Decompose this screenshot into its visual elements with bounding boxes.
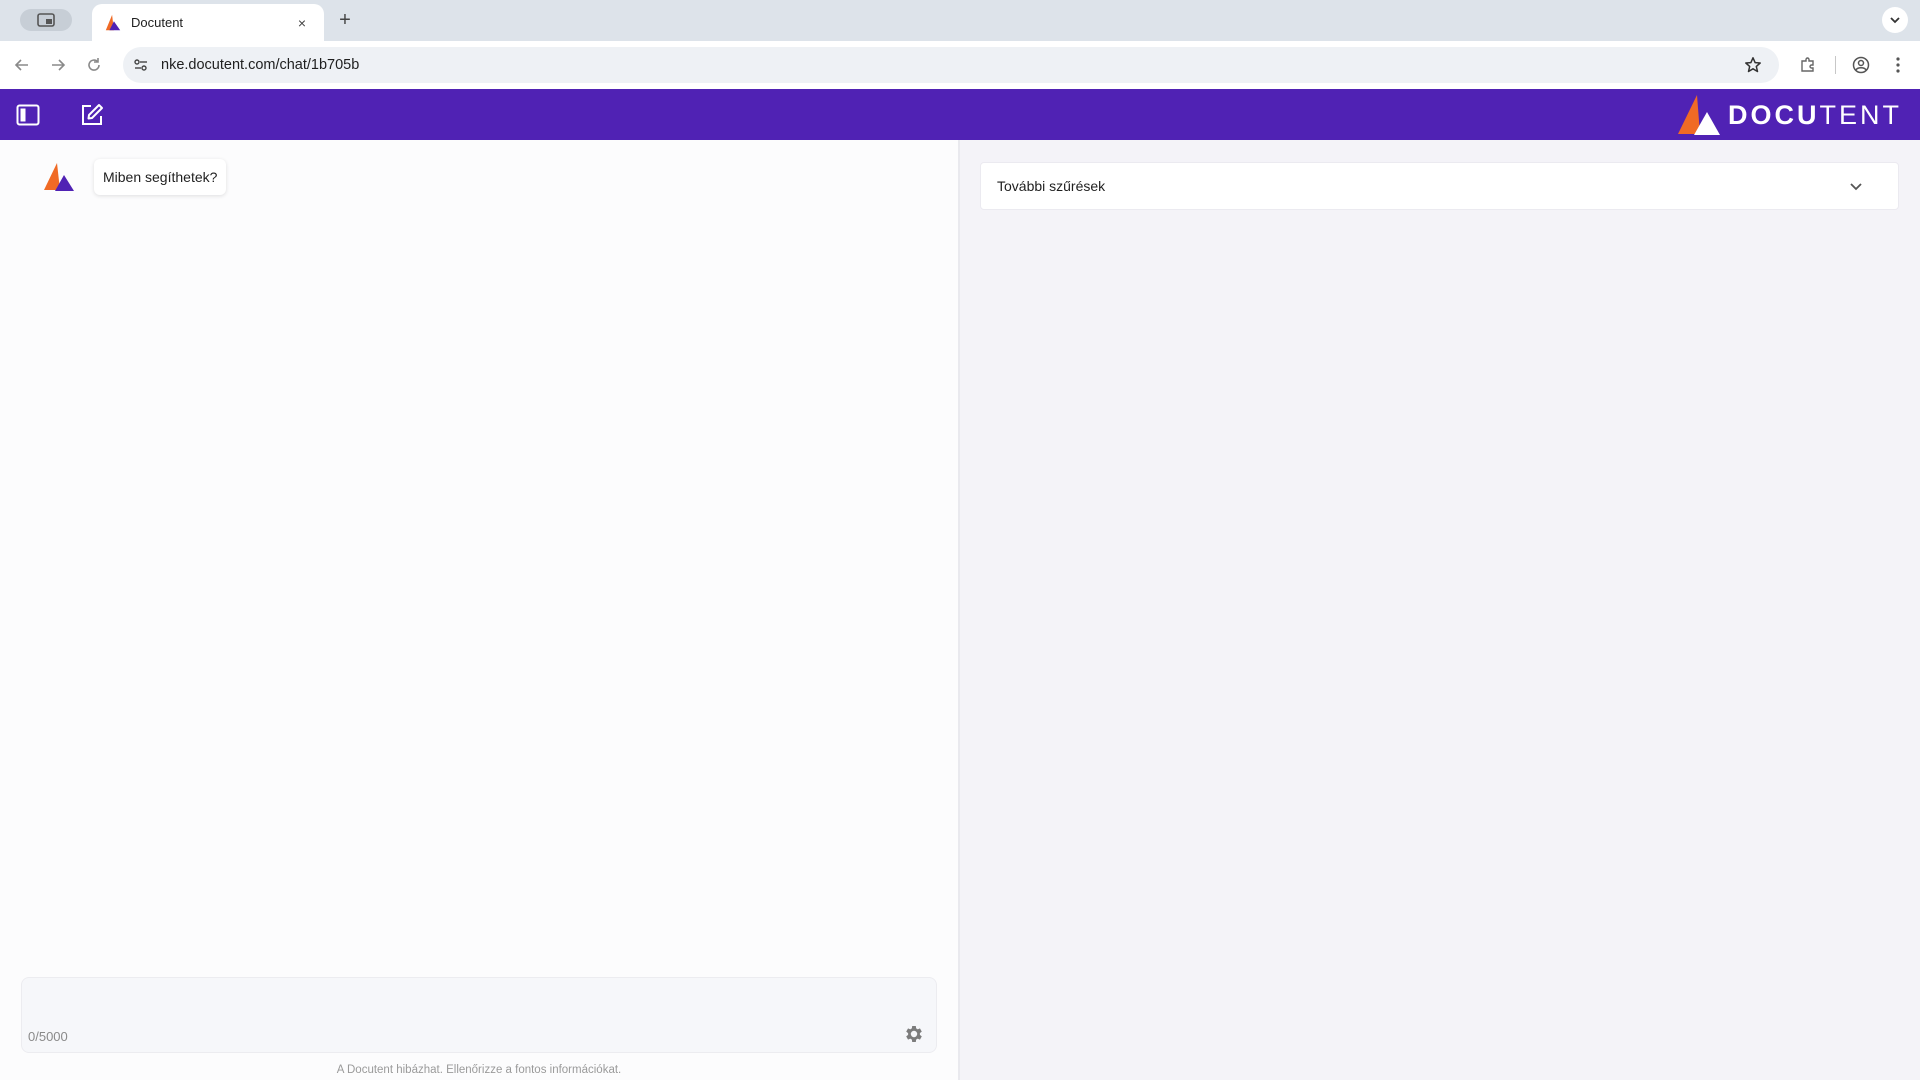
docutent-logo-icon	[1678, 95, 1720, 135]
address-bar[interactable]: nke.docutent.com/chat/1b705b	[123, 47, 1779, 83]
arrow-left-icon[interactable]	[10, 53, 34, 77]
message-input[interactable]: 0/5000	[21, 977, 937, 1053]
close-icon[interactable]: ×	[292, 15, 312, 31]
tab-title: Docutent	[131, 15, 184, 30]
new-tab-button[interactable]: +	[334, 9, 356, 31]
disclaimer-text: A Docutent hibázhat. Ellenőrizze a fonto…	[336, 1064, 622, 1076]
docutent-logo[interactable]: DOCUTENT	[1674, 94, 1902, 136]
star-icon[interactable]	[1741, 53, 1765, 77]
char-counter: 0/5000	[28, 1029, 68, 1044]
logo-wordmark: DOCUTENT	[1728, 99, 1902, 130]
chat-pane: Miben segíthetek? 0/5000 A Docutent hibá…	[0, 140, 960, 1080]
browser-toolbar: nke.docutent.com/chat/1b705b	[0, 41, 1920, 89]
reload-icon[interactable]	[82, 53, 106, 77]
browser-tab-active[interactable]: Docutent ×	[92, 4, 324, 41]
assistant-avatar	[38, 157, 78, 197]
tab-list-chevron-icon[interactable]	[1882, 7, 1908, 33]
tab-search-icon[interactable]	[20, 9, 72, 31]
account-icon[interactable]	[1849, 53, 1873, 77]
filter-pane: További szűrések	[960, 140, 1920, 1080]
gear-icon[interactable]	[902, 1022, 926, 1046]
tune-icon[interactable]	[131, 55, 151, 75]
docutent-logo-icon	[105, 14, 121, 30]
docutent-logo-icon	[44, 163, 74, 191]
browser-tabstrip: Docutent × +	[0, 0, 1920, 41]
arrow-right-icon[interactable]	[46, 53, 70, 77]
message-bubble: Miben segíthetek?	[94, 159, 227, 195]
more-filters-label: További szűrések	[997, 178, 1106, 194]
sidebar-icon[interactable]	[14, 101, 42, 129]
app-header: DOCUTENT	[0, 89, 1920, 140]
edit-icon[interactable]	[78, 101, 106, 129]
more-filters-accordion[interactable]: További szűrések	[980, 162, 1899, 210]
assistant-message: Miben segíthetek?	[38, 157, 227, 197]
toolbar-divider	[1835, 56, 1836, 74]
chevron-down-icon[interactable]	[1844, 174, 1868, 198]
puzzle-icon[interactable]	[1796, 53, 1820, 77]
kebab-menu-icon[interactable]	[1886, 53, 1910, 77]
url-text[interactable]: nke.docutent.com/chat/1b705b	[161, 57, 1741, 73]
